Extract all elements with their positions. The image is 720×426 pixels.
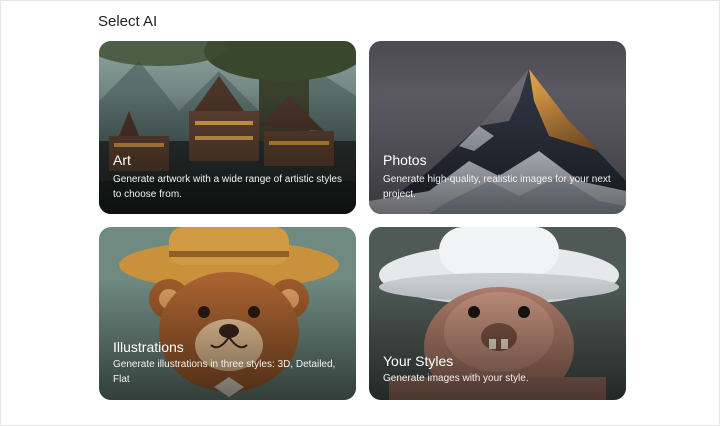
card-description: Generate high-quality, realistic images …	[383, 174, 611, 200]
card-description: Generate images with your style.	[383, 373, 529, 384]
card-title: Photos	[383, 152, 427, 168]
card-description: Generate illustrations in three styles: …	[113, 359, 336, 385]
section-heading: Select AI	[98, 13, 158, 30]
card-title: Illustrations	[113, 339, 184, 355]
select-ai-panel: Select AI Art Generate artwork with a wi…	[0, 0, 720, 426]
card-your-styles[interactable]: Your Styles Generate images with your st…	[369, 227, 626, 400]
card-description: Generate artwork with a wide range of ar…	[113, 174, 342, 200]
card-art[interactable]: Art Generate artwork with a wide range o…	[99, 41, 356, 214]
card-title: Art	[113, 152, 131, 168]
card-photos[interactable]: Photos Generate high-quality, realistic …	[369, 41, 626, 214]
card-title: Your Styles	[383, 353, 454, 369]
card-illustrations[interactable]: Illustrations Generate illustrations in …	[99, 227, 356, 400]
